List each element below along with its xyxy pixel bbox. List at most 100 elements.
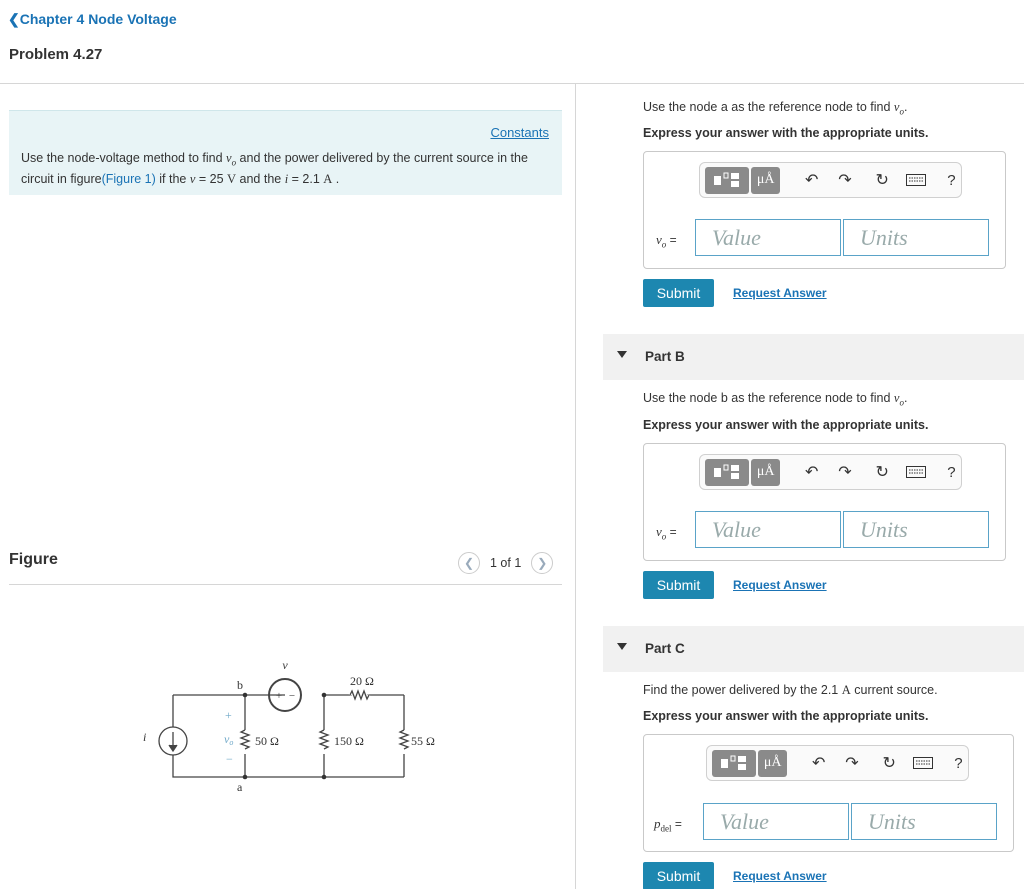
problem-statement-box: Constants Use the node-voltage method to… [9,110,562,195]
figure-page-count: 1 of 1 [490,556,522,570]
templates-icon [714,172,740,187]
node-dot [321,774,327,780]
reset-icon[interactable]: ↻ [880,753,899,773]
redo-icon[interactable]: ↷ [835,462,854,482]
templates-button[interactable] [712,749,757,777]
caret-down-icon [617,351,627,358]
statement-text: and the [236,171,285,186]
part-b-submit-button[interactable]: Submit [643,571,714,599]
label-vo-plus: + [225,708,232,722]
part-c-instruction: Express your answer with the appropriate… [643,709,929,723]
part-c-question: Find the power delivered by the 2.1 A cu… [643,683,938,697]
part-b-request-answer-link[interactable]: Request Answer [733,578,827,592]
node-a-dot [242,774,248,780]
units-input[interactable]: Units [843,511,989,548]
problem-title: Problem 4.27 [9,46,103,63]
label-i: i [143,730,146,744]
caret-down-icon [617,643,627,650]
math-toolbar: μÅ ↶ ↷ ↻ ? [706,745,969,781]
label-minus: − [289,690,295,702]
part-a-instruction: Express your answer with the appropriate… [643,126,929,140]
part-c-answer-panel: μÅ ↶ ↷ ↻ ? pdel = Value Units [643,734,1014,852]
label-node-b: b [237,678,243,692]
part-a-answer-panel: μÅ ↶ ↷ ↻ ? vo = Value Units [643,151,1006,269]
templates-button[interactable] [705,458,750,486]
part-b-instruction: Express your answer with the appropriate… [643,418,929,432]
label-plus: + [276,690,282,702]
undo-icon[interactable]: ↶ [802,170,821,190]
part-b-title: Part B [645,349,685,364]
figure-divider [9,584,562,585]
statement-text: if the [155,171,190,186]
chevron-right-icon: ❯ [537,556,548,570]
redo-icon[interactable]: ↷ [835,170,854,190]
undo-icon[interactable]: ↶ [809,753,828,773]
figure-heading: Figure [9,551,58,568]
part-b-question: Use the node b as the reference node to … [643,391,908,408]
value-input[interactable]: Value [703,803,849,840]
redo-icon[interactable]: ↷ [842,753,861,773]
var-vo: vo [226,151,237,168]
units-input[interactable]: Units [843,219,989,256]
part-a-question: Use the node a as the reference node to … [643,100,908,117]
chevron-left-icon: ❮ [463,556,475,570]
answer-variable-label: vo = [656,232,677,250]
chevron-left-icon: ❮ [8,11,20,27]
figure-link[interactable]: (Figure 1) [102,172,156,186]
back-to-chapter-link[interactable]: ❮Chapter 4 Node Voltage [8,11,177,28]
resistor-150 [318,729,330,750]
units-input[interactable]: Units [851,803,997,840]
math-toolbar: μÅ ↶ ↷ ↻ ? [699,454,962,490]
label-vo-minus: − [226,752,233,766]
label-r-series: 20 Ω [350,674,374,688]
resistor-50 [239,729,251,750]
circuit-diagram: v + − b a i 20 Ω 50 Ω 150 Ω 55 Ω + vo − [143,658,435,794]
unit-a: A [323,171,333,186]
units-button[interactable]: μÅ [751,458,781,486]
math-toolbar: μÅ ↶ ↷ ↻ ? [699,162,962,198]
statement-text: Use the node-voltage method to find [21,151,226,165]
wire-left-bottom [172,695,404,778]
statement-text: = 25 [195,171,228,186]
header-divider [0,83,1024,84]
figure-pager: ❮ 1 of 1 ❯ [458,552,554,574]
part-b-header[interactable]: Part B [603,334,1024,380]
node-b-dot [242,692,248,698]
templates-icon [714,464,740,479]
part-b-answer-panel: μÅ ↶ ↷ ↻ ? vo = Value Units [643,443,1006,561]
resistor-55 [398,729,410,750]
units-button[interactable]: μÅ [751,166,781,194]
prev-figure-button[interactable]: ❮ [458,552,480,574]
label-r3: 55 Ω [411,734,435,748]
keyboard-icon[interactable] [912,753,933,773]
unit-v: V [227,171,237,186]
templates-button[interactable] [705,166,750,194]
column-divider [575,84,576,889]
next-figure-button[interactable]: ❯ [531,552,554,574]
part-c-header[interactable]: Part C [603,626,1024,672]
keyboard-icon[interactable] [905,170,926,190]
help-button[interactable]: ? [949,753,968,773]
label-vo: vo [224,732,233,747]
help-button[interactable]: ? [942,170,961,190]
problem-statement: Use the node-voltage method to find vo a… [21,150,551,187]
part-a-submit-button[interactable]: Submit [643,279,714,307]
undo-icon[interactable]: ↶ [802,462,821,482]
reset-icon[interactable]: ↻ [873,170,892,190]
value-input[interactable]: Value [695,219,841,256]
statement-text: = 2.1 [288,171,324,186]
value-input[interactable]: Value [695,511,841,548]
constants-link[interactable]: Constants [490,125,549,140]
help-button[interactable]: ? [942,462,961,482]
reset-icon[interactable]: ↻ [873,462,892,482]
label-v: v [282,658,288,672]
node-dot [321,692,327,698]
answer-variable-label: pdel = [654,816,682,834]
units-button[interactable]: μÅ [758,749,788,777]
part-a-request-answer-link[interactable]: Request Answer [733,286,827,300]
part-c-request-answer-link[interactable]: Request Answer [733,869,827,883]
statement-text: . [332,171,340,186]
keyboard-icon[interactable] [905,462,926,482]
part-c-submit-button[interactable]: Submit [643,862,714,889]
part-c-title: Part C [645,641,685,656]
